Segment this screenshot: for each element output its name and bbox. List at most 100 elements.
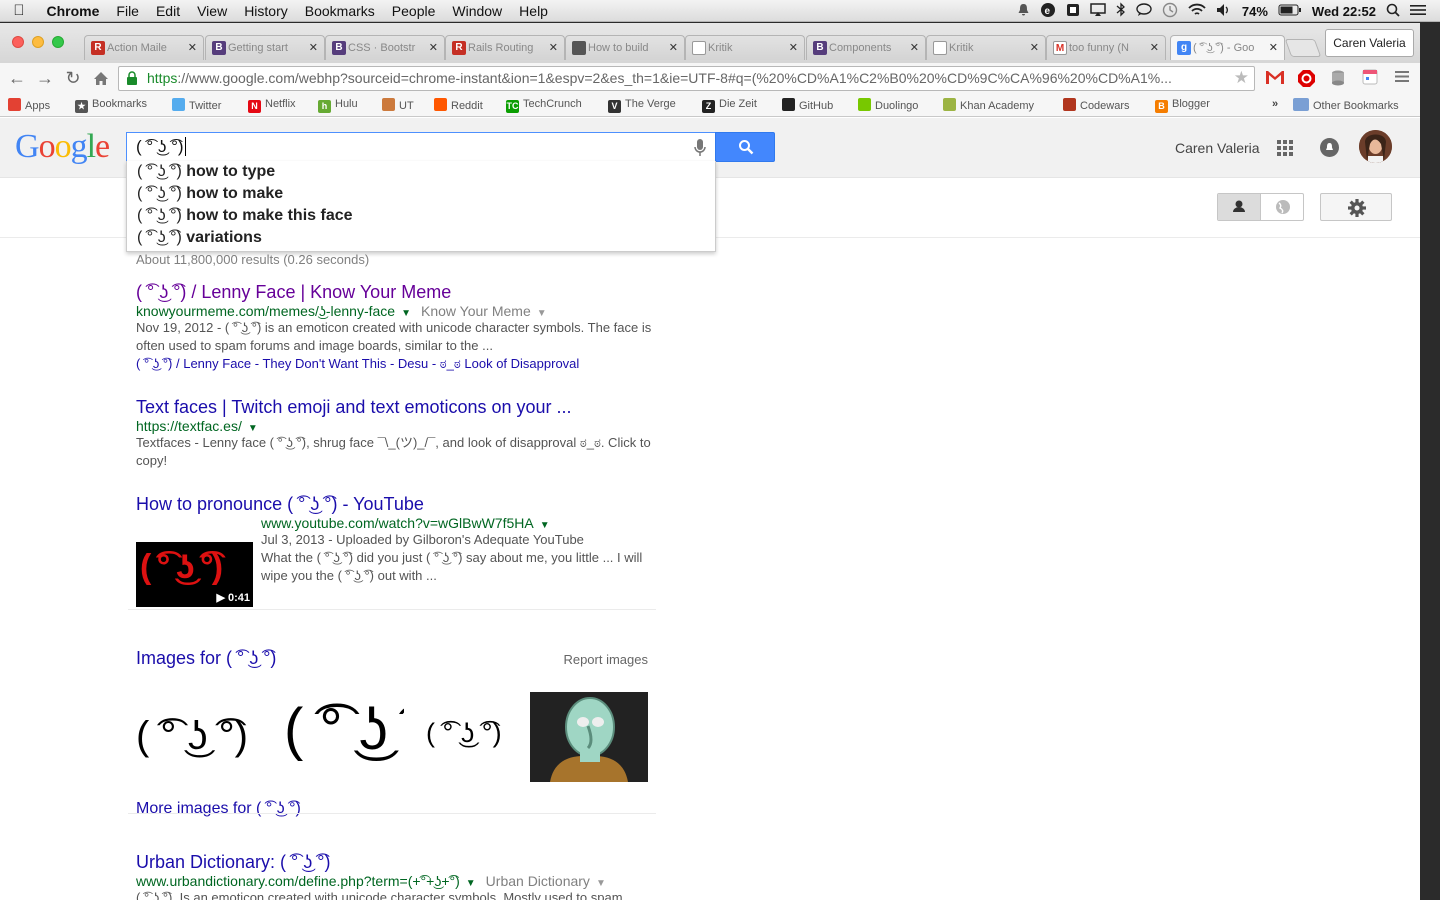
battery-icon[interactable] [1278,4,1302,19]
volume-icon[interactable] [1216,3,1232,20]
chrome-menu-icon[interactable] [1395,69,1409,88]
close-tab-icon[interactable]: ✕ [429,41,438,54]
zoom-window-button[interactable] [52,36,64,48]
close-tab-icon[interactable]: ✕ [1269,41,1278,54]
search-button[interactable] [715,132,775,162]
result-title-link[interactable]: How to pronounce ( ͡° ͜ʖ ͡°) - YouTube [136,494,656,515]
bookmark-star-icon[interactable]: ★ [1234,68,1249,88]
result-title-link[interactable]: Urban Dictionary: ( ͡° ͜ʖ ͡°) [136,852,656,873]
tab-5[interactable]: How to build ✕ [565,35,685,60]
evernote-icon[interactable]: e [1040,2,1056,21]
image-thumbnail[interactable]: ( ͡° ͜ʖ ͡°) [284,692,404,782]
menu-view[interactable]: View [189,3,236,19]
battery-percent[interactable]: 74% [1242,4,1268,19]
address-bar[interactable]: https://www.google.com/webhp?sourceid=ch… [118,66,1255,91]
tab-6[interactable]: Kritik ✕ [685,35,805,60]
tab-2[interactable]: B Getting start ✕ [205,35,325,60]
bookmark-twitter[interactable]: Twitter [172,98,221,112]
bookmark-codewars[interactable]: Codewars [1063,98,1130,112]
bookmark-netflix[interactable]: N Netflix [248,98,296,113]
bookmark-khan-academy[interactable]: Khan Academy [943,98,1034,112]
other-bookmarks-folder[interactable]: Other Bookmarks [1293,98,1399,112]
tab-10[interactable]: g( ͡° ͜ʖ ͡°) - Goo ✕ [1170,35,1285,60]
wifi-icon[interactable] [1188,3,1206,20]
tab-3[interactable]: B CSS · Bootstr ✕ [325,35,445,60]
url-dropdown-caret-icon[interactable]: ▼ [401,308,411,319]
source-dropdown-caret-icon[interactable]: ▼ [537,308,547,319]
tab-1[interactable]: R Action Maile ✕ [84,35,204,60]
menu-history[interactable]: History [236,3,297,19]
settings-gear-icon[interactable] [1320,193,1392,221]
new-tab-button[interactable] [1284,39,1322,57]
close-tab-icon[interactable]: ✕ [309,41,318,54]
account-name[interactable]: Caren Valeria [1175,140,1260,156]
reload-button[interactable]: ↻ [62,67,84,89]
menu-window[interactable]: Window [444,3,511,19]
tab-8[interactable]: Kritik ✕ [926,35,1046,60]
google-logo[interactable]: Google [15,128,110,166]
suggestion-item[interactable]: ( ͡° ͜ʖ ͡°) how to make [127,183,715,205]
close-tab-icon[interactable]: ✕ [789,41,798,54]
notification-bell-icon[interactable] [1017,3,1030,20]
bookmark-apps[interactable]: Apps [8,98,50,112]
menu-help[interactable]: Help [511,3,557,19]
result-title-link[interactable]: ( ͡° ͜ʖ ͡°) / Lenny Face | Know Your Mem… [136,282,656,303]
notification-center-icon[interactable] [1410,4,1426,19]
image-thumbnail[interactable]: ( ͡° ͜ʖ ͡°) [426,692,506,782]
notifications-bell-icon[interactable] [1320,138,1339,157]
menu-file[interactable]: File [108,3,148,19]
close-window-button[interactable] [12,36,24,48]
url-dropdown-caret-icon[interactable]: ▼ [248,423,258,434]
squidward-image-thumbnail[interactable] [530,692,648,782]
url-dropdown-caret-icon[interactable]: ▼ [540,520,550,531]
more-images-link[interactable]: More images for ( ͡° ͜ʖ ͡°) [136,800,656,818]
note-app-icon[interactable] [1066,3,1080,20]
global-results-button[interactable] [1262,194,1303,220]
menu-edit[interactable]: Edit [147,3,188,19]
result-sitelinks[interactable]: ( ͡° ͜ʖ ͡°) / Lenny Face - They Don't Wa… [136,355,656,373]
menu-people[interactable]: People [383,3,444,19]
bookmark-ut[interactable]: UT [382,98,414,112]
messages-icon[interactable] [1136,2,1152,20]
suggestion-item[interactable]: ( ͡° ͜ʖ ͡°) how to type [127,161,715,183]
bookmark-reddit[interactable]: Reddit [434,98,483,112]
personal-results-button[interactable] [1218,194,1261,220]
bookmark-bookmarks[interactable]: ★ Bookmarks [75,98,147,113]
bluetooth-icon[interactable] [1116,2,1126,20]
tab-4[interactable]: R Rails Routing ✕ [445,35,565,60]
profile-button[interactable]: Caren Valeria [1325,29,1414,57]
clock[interactable]: Wed 22:52 [1312,4,1376,19]
apps-grid-icon[interactable] [1277,140,1293,161]
forward-button[interactable]: → [34,67,56,89]
suggestion-item[interactable]: ( ͡° ͜ʖ ͡°) variations [127,227,715,249]
close-tab-icon[interactable]: ✕ [549,41,558,54]
home-button[interactable] [90,67,112,89]
suggestion-item[interactable]: ( ͡° ͜ʖ ͡°) how to make this face [127,205,715,227]
result-title-link[interactable]: Text faces | Twitch emoji and text emoti… [136,397,656,418]
menu-bookmarks[interactable]: Bookmarks [296,3,383,19]
personal-results-toggle[interactable] [1217,193,1304,221]
airplay-icon[interactable] [1090,2,1106,20]
close-tab-icon[interactable]: ✕ [669,41,678,54]
gmail-extension-icon[interactable] [1265,69,1285,90]
back-button[interactable]: ← [6,67,28,89]
microphone-icon[interactable] [693,138,707,163]
bookmark-blogger[interactable]: B Blogger [1155,98,1210,113]
database-extension-icon[interactable] [1330,69,1346,92]
bookmarks-overflow-button[interactable]: » [1272,98,1278,110]
url-dropdown-caret-icon[interactable]: ▼ [466,878,476,889]
bookmark-the-verge[interactable]: V The Verge [608,98,676,113]
search-input[interactable]: ( ͡° ͜ʖ ͡°) [126,132,716,162]
close-tab-icon[interactable]: ✕ [1030,41,1039,54]
close-tab-icon[interactable]: ✕ [1150,41,1159,54]
menu-app-name[interactable]: Chrome [38,3,108,19]
bookmark-duolingo[interactable]: Duolingo [858,98,918,112]
adblock-extension-icon[interactable] [1297,69,1316,93]
tab-9[interactable]: Mtoo funny (N ✕ [1046,35,1166,60]
account-avatar[interactable] [1359,130,1392,163]
minimize-window-button[interactable] [32,36,44,48]
image-thumbnail[interactable]: ( ͡° ͜ʖ ͡°) [136,692,254,782]
close-tab-icon[interactable]: ✕ [910,41,919,54]
report-images-link[interactable]: Report images [563,652,648,667]
bookmark-techcrunch[interactable]: TC TechCrunch [506,98,582,113]
